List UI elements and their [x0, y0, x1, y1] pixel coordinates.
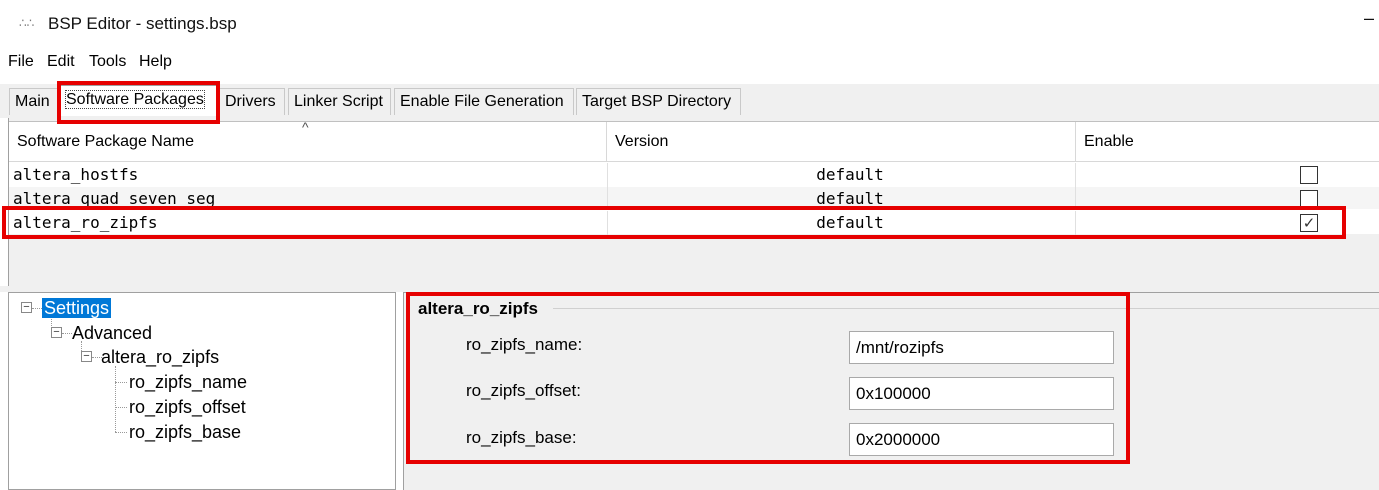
tree-line [115, 432, 127, 433]
menu-file[interactable]: File [8, 52, 34, 72]
tree-leaf-ro-zipfs-offset[interactable]: ro_zipfs_offset [129, 396, 246, 418]
tree-node-package[interactable]: altera_ro_zipfs [101, 346, 219, 368]
ro-zipfs-offset-input[interactable]: 0x100000 [849, 377, 1114, 410]
sort-ascending-icon: ^ [302, 119, 309, 135]
ro-zipfs-name-input[interactable]: /mnt/rozipfs [849, 331, 1114, 364]
collapse-icon[interactable]: − [81, 351, 92, 362]
tab-linker-script[interactable]: Linker Script [288, 88, 391, 115]
tree-line [32, 308, 42, 309]
tree-line [115, 407, 127, 408]
column-header-version[interactable]: Version [607, 122, 1076, 162]
minimize-button[interactable]: – [1364, 8, 1379, 28]
menu-tools[interactable]: Tools [89, 52, 126, 72]
package-version: default [607, 187, 1076, 209]
tree-line [62, 333, 72, 334]
bsp-app-icon: ∴∴ [19, 16, 35, 30]
package-name: altera_ro_zipfs [13, 211, 608, 235]
tab-drivers[interactable]: Drivers [219, 88, 285, 115]
checkmark-icon: ✓ [1302, 214, 1316, 232]
tree-node-settings[interactable]: Settings [42, 297, 112, 319]
menu-bar [0, 48, 1379, 74]
tab-target-bsp-directory[interactable]: Target BSP Directory [576, 88, 741, 115]
field-label-name: ro_zipfs_name: [466, 335, 583, 354]
enable-checkbox[interactable] [1300, 190, 1318, 208]
tab-software-packages[interactable]: Software Packages [60, 85, 217, 116]
enable-checkbox[interactable] [1300, 166, 1318, 184]
tab-enable-file-generation[interactable]: Enable File Generation [394, 88, 574, 115]
table-row[interactable]: altera_ro_zipfs default ✓ [9, 211, 1379, 235]
tree-leaf-ro-zipfs-base[interactable]: ro_zipfs_base [129, 421, 241, 443]
tree-line [115, 382, 127, 383]
package-version: default [607, 163, 1076, 187]
group-title: altera_ro_zipfs [418, 299, 538, 318]
table-row[interactable]: altera_hostfs default [9, 163, 1379, 187]
tab-main[interactable]: Main [9, 88, 61, 115]
tree-leaf-ro-zipfs-name[interactable]: ro_zipfs_name [129, 371, 247, 393]
menu-help[interactable]: Help [139, 52, 172, 72]
ro-zipfs-base-input[interactable]: 0x2000000 [849, 423, 1114, 456]
collapse-icon[interactable]: − [51, 327, 62, 338]
tree-line [115, 366, 116, 432]
collapse-icon[interactable]: − [21, 302, 32, 313]
table-row[interactable]: altera_quad_seven_seg default [9, 187, 1379, 209]
package-name: altera_quad_seven_seg [13, 187, 608, 209]
tree-node-advanced[interactable]: Advanced [72, 322, 152, 344]
enable-checkbox[interactable]: ✓ [1300, 214, 1318, 232]
window-title: BSP Editor - settings.bsp [48, 14, 237, 33]
column-header-enable[interactable]: Enable [1076, 122, 1379, 162]
tab-software-packages-label: Software Packages [65, 90, 205, 109]
menu-edit[interactable]: Edit [47, 52, 75, 72]
field-label-offset: ro_zipfs_offset: [466, 381, 581, 400]
group-divider [553, 308, 1379, 309]
field-label-base: ro_zipfs_base: [466, 428, 577, 447]
package-version: default [607, 211, 1076, 235]
tree-node-settings-label: Settings [42, 298, 112, 318]
package-name: altera_hostfs [13, 163, 608, 187]
